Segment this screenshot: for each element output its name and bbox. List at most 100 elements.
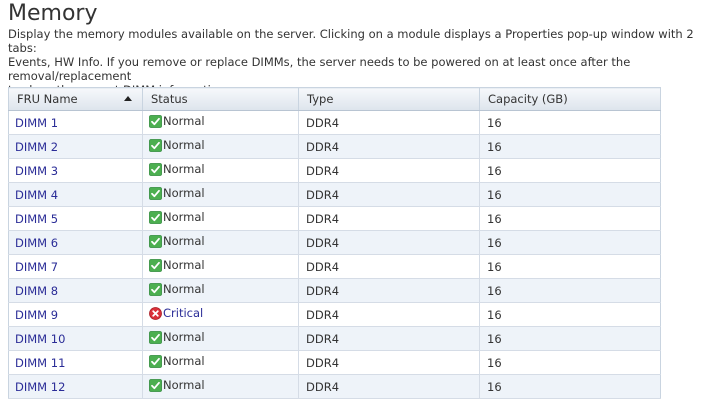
status-indicator: Normal: [149, 282, 205, 296]
check-icon: [149, 186, 162, 200]
type-cell: DDR4: [298, 326, 480, 351]
check-icon: [149, 234, 162, 248]
fru-name-link[interactable]: DIMM 4: [15, 188, 58, 202]
fru-name-link[interactable]: DIMM 5: [15, 212, 58, 226]
status-indicator: Normal: [149, 210, 205, 224]
fru-name-link[interactable]: DIMM 9: [15, 308, 58, 322]
table-row[interactable]: DIMM 12 Normal DDR4 16: [8, 374, 661, 399]
fru-name-link[interactable]: DIMM 11: [15, 356, 65, 370]
fru-name-cell: DIMM 11: [8, 350, 143, 375]
capacity-cell: 16: [479, 326, 661, 351]
status-cell: Normal: [142, 110, 299, 135]
table-row[interactable]: DIMM 3 Normal DDR4 16: [8, 158, 661, 183]
status-label: Normal: [163, 378, 205, 393]
table-row[interactable]: DIMM 6 Normal DDR4 16: [8, 230, 661, 255]
fru-name-cell: DIMM 9: [8, 302, 143, 327]
status-label: Normal: [163, 234, 205, 249]
status-indicator: Normal: [149, 258, 205, 272]
fru-name-link[interactable]: DIMM 7: [15, 260, 58, 274]
column-header-fru-name[interactable]: FRU Name: [8, 87, 143, 111]
check-icon: [149, 138, 162, 152]
column-header-label: Type: [307, 92, 334, 106]
status-indicator: Normal: [149, 354, 205, 368]
memory-table: FRU Name Status Type Capacity (GB) DIMM …: [8, 87, 661, 399]
capacity-cell: 16: [479, 110, 661, 135]
status-indicator[interactable]: Critical: [149, 306, 203, 320]
status-cell: Normal: [142, 230, 299, 255]
type-cell: DDR4: [298, 110, 480, 135]
status-cell: Critical: [142, 302, 299, 327]
description-line: Events, HW Info. If you remove or replac…: [8, 55, 631, 83]
status-indicator: Normal: [149, 138, 205, 152]
status-indicator: Normal: [149, 114, 205, 128]
table-row[interactable]: DIMM 7 Normal DDR4 16: [8, 254, 661, 279]
status-indicator: Normal: [149, 378, 205, 392]
status-indicator: Normal: [149, 234, 205, 248]
status-label: Normal: [163, 114, 205, 129]
capacity-cell: 16: [479, 158, 661, 183]
check-icon: [149, 354, 162, 368]
fru-name-cell: DIMM 8: [8, 278, 143, 303]
capacity-cell: 16: [479, 302, 661, 327]
status-label: Normal: [163, 138, 205, 153]
description-line: Display the memory modules available on …: [8, 27, 694, 55]
table-row[interactable]: DIMM 2 Normal DDR4 16: [8, 134, 661, 159]
table-row[interactable]: DIMM 1 Normal DDR4 16: [8, 110, 661, 135]
table-row[interactable]: DIMM 8 Normal DDR4 16: [8, 278, 661, 303]
table-row[interactable]: DIMM 11 Normal DDR4 16: [8, 350, 661, 375]
fru-name-link[interactable]: DIMM 10: [15, 332, 65, 346]
table-body: DIMM 1 Normal DDR4 16 DIMM 2 Normal DDR4 16 DIMM…: [8, 110, 661, 399]
check-icon: [149, 282, 162, 296]
fru-name-link[interactable]: DIMM 1: [15, 116, 58, 130]
capacity-cell: 16: [479, 230, 661, 255]
status-label: Normal: [163, 162, 205, 177]
status-label: Normal: [163, 282, 205, 297]
fru-name-cell: DIMM 4: [8, 182, 143, 207]
fru-name-cell: DIMM 5: [8, 206, 143, 231]
type-cell: DDR4: [298, 278, 480, 303]
column-header-capacity[interactable]: Capacity (GB): [479, 87, 661, 111]
status-cell: Normal: [142, 350, 299, 375]
check-icon: [149, 378, 162, 392]
table-row[interactable]: DIMM 5 Normal DDR4 16: [8, 206, 661, 231]
column-header-status[interactable]: Status: [142, 87, 299, 111]
capacity-cell: 16: [479, 278, 661, 303]
status-cell: Normal: [142, 278, 299, 303]
column-header-type[interactable]: Type: [298, 87, 480, 111]
fru-name-cell: DIMM 7: [8, 254, 143, 279]
status-label: Normal: [163, 210, 205, 225]
sort-ascending-icon[interactable]: [124, 96, 132, 101]
table-row[interactable]: DIMM 10 Normal DDR4 16: [8, 326, 661, 351]
fru-name-link[interactable]: DIMM 2: [15, 140, 58, 154]
status-indicator: Normal: [149, 186, 205, 200]
type-cell: DDR4: [298, 374, 480, 399]
status-label: Normal: [163, 330, 205, 345]
capacity-cell: 16: [479, 374, 661, 399]
capacity-cell: 16: [479, 206, 661, 231]
fru-name-cell: DIMM 6: [8, 230, 143, 255]
type-cell: DDR4: [298, 158, 480, 183]
status-label[interactable]: Critical: [163, 306, 203, 320]
fru-name-link[interactable]: DIMM 3: [15, 164, 58, 178]
capacity-cell: 16: [479, 134, 661, 159]
fru-name-link[interactable]: DIMM 6: [15, 236, 58, 250]
type-cell: DDR4: [298, 254, 480, 279]
fru-name-link[interactable]: DIMM 12: [15, 380, 65, 394]
check-icon: [149, 114, 162, 128]
status-label: Normal: [163, 354, 205, 369]
status-indicator: Normal: [149, 330, 205, 344]
fru-name-link[interactable]: DIMM 8: [15, 284, 58, 298]
status-label: Normal: [163, 258, 205, 273]
fru-name-cell: DIMM 1: [8, 110, 143, 135]
fru-name-cell: DIMM 2: [8, 134, 143, 159]
status-label: Normal: [163, 186, 205, 201]
table-row[interactable]: DIMM 9 Critical DDR4 16: [8, 302, 661, 327]
status-cell: Normal: [142, 254, 299, 279]
table-row[interactable]: DIMM 4 Normal DDR4 16: [8, 182, 661, 207]
column-header-label: FRU Name: [17, 92, 78, 106]
capacity-cell: 16: [479, 350, 661, 375]
page-title: Memory: [8, 1, 98, 26]
capacity-cell: 16: [479, 182, 661, 207]
fru-name-cell: DIMM 10: [8, 326, 143, 351]
capacity-cell: 16: [479, 254, 661, 279]
